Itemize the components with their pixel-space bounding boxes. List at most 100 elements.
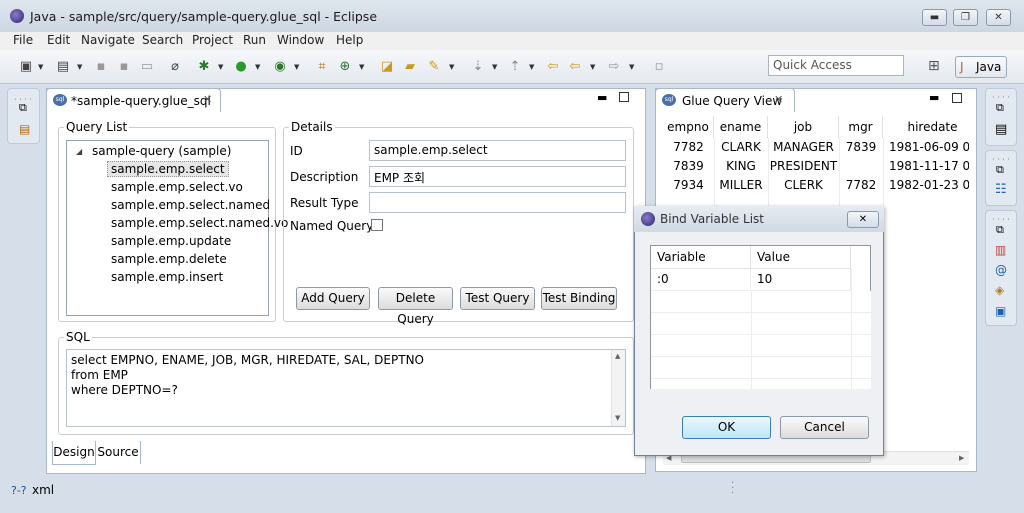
close-tab-icon[interactable]: ✕ [774, 93, 783, 106]
print-icon[interactable]: ▭ [139, 59, 155, 75]
test-query-button[interactable]: Test Query [460, 287, 535, 310]
dropdown-arrow-icon[interactable]: ▼ [629, 63, 636, 71]
menu-window[interactable]: Window [277, 33, 324, 47]
dropdown-arrow-icon[interactable]: ▼ [590, 63, 597, 71]
column-header[interactable]: ename [714, 116, 768, 138]
column-header[interactable]: Variable [651, 246, 751, 269]
open-type-icon[interactable]: ◪ [379, 59, 395, 75]
sql-scrollbar[interactable]: ▲ ▼ [611, 350, 625, 426]
minimize-button[interactable]: ▬ [922, 9, 947, 26]
tree-item-selected[interactable]: sample.emp.select [107, 161, 229, 177]
javadoc-icon[interactable]: @ [995, 263, 1007, 277]
java-perspective-button[interactable]: J Java [955, 56, 1007, 78]
dropdown-arrow-icon[interactable]: ▼ [492, 63, 499, 71]
dropdown-arrow-icon[interactable]: ▼ [449, 63, 456, 71]
tree-item[interactable]: sample.emp.select.vo [111, 180, 243, 194]
open-folder-icon[interactable]: ▰ [402, 59, 418, 75]
tree-collapse-icon[interactable]: ◢ [76, 147, 82, 156]
column-header[interactable]: empno [663, 116, 714, 138]
dropdown-arrow-icon[interactable]: ▼ [255, 63, 262, 71]
tree-item[interactable]: sample.emp.update [111, 234, 231, 248]
new-class-icon[interactable]: ⌗ [314, 59, 330, 75]
dropdown-arrow-icon[interactable]: ▼ [529, 63, 536, 71]
menu-edit[interactable]: Edit [47, 33, 70, 47]
cancel-button[interactable]: Cancel [780, 416, 869, 439]
tree-item[interactable]: sample.emp.insert [111, 270, 223, 284]
restore-icon[interactable]: ⧉ [996, 101, 1004, 115]
menu-navigate[interactable]: Navigate [81, 33, 135, 47]
scroll-right-icon[interactable]: ▶ [959, 454, 964, 462]
dropdown-arrow-icon[interactable]: ▼ [38, 63, 45, 71]
coverage-icon[interactable]: ◉ [272, 59, 288, 75]
minimize-view-icon[interactable]: ▬ [929, 91, 939, 104]
outline-icon[interactable]: ☷ [995, 182, 1007, 197]
id-field[interactable]: sample.emp.select [369, 140, 626, 161]
sql-textarea[interactable]: select EMPNO, ENAME, JOB, MGR, HIREDATE,… [66, 349, 626, 427]
pin-editor-icon[interactable]: ▫ [651, 59, 667, 75]
menu-help[interactable]: Help [336, 33, 363, 47]
minimize-view-icon[interactable]: ▬ [597, 91, 607, 104]
dropdown-arrow-icon[interactable]: ▼ [359, 63, 366, 71]
dropdown-arrow-icon[interactable]: ▼ [218, 63, 225, 71]
new-java-class-icon[interactable]: ⊕ [337, 59, 353, 75]
quick-access-input[interactable]: Quick Access [768, 55, 904, 76]
delete-query-button[interactable]: Delete Query [378, 287, 453, 326]
save-icon[interactable]: ▪ [93, 59, 109, 75]
tree-item[interactable]: sample.emp.select.named.vo [111, 216, 288, 230]
close-button[interactable]: ✕ [986, 9, 1011, 26]
open-perspective-icon[interactable]: ⊞ [928, 58, 940, 74]
forward-icon[interactable]: ⇨ [606, 59, 622, 75]
run-icon[interactable]: ● [233, 59, 249, 75]
column-header[interactable]: job [768, 116, 839, 138]
save-all-icon[interactable]: ▪ [116, 59, 132, 75]
ok-button[interactable]: OK [682, 416, 771, 439]
search-icon[interactable]: ✎ [426, 59, 442, 75]
restore-icon[interactable]: ⧉ [996, 163, 1004, 177]
restore-button[interactable]: ❐ [953, 9, 978, 26]
result-type-field[interactable] [369, 192, 626, 213]
menu-run[interactable]: Run [243, 33, 266, 47]
dropdown-arrow-icon[interactable]: ▼ [77, 63, 84, 71]
task-list-icon[interactable]: ▤ [995, 122, 1007, 137]
close-tab-icon[interactable]: ✕ [203, 93, 212, 106]
tree-root-label[interactable]: sample-query (sample) [92, 144, 231, 158]
glue-view-tab[interactable]: sql Glue Query View ✕ [655, 88, 795, 112]
tree-item[interactable]: sample.emp.delete [111, 252, 227, 266]
add-query-button[interactable]: Add Query [296, 287, 370, 310]
declaration-icon[interactable]: ◈ [995, 283, 1004, 297]
console-icon[interactable]: ▣ [995, 304, 1006, 318]
menu-project[interactable]: Project [192, 33, 233, 47]
last-edit-location-icon[interactable]: ⇦ [545, 59, 561, 75]
package-explorer-icon[interactable]: ▤ [19, 122, 30, 136]
scroll-up-icon[interactable]: ▲ [615, 352, 620, 360]
scroll-down-icon[interactable]: ▼ [615, 414, 620, 422]
dialog-close-button[interactable]: ✕ [847, 211, 879, 228]
bind-variable-table[interactable]: Variable Value :0 10 [650, 245, 871, 389]
dropdown-arrow-icon[interactable]: ▼ [294, 63, 301, 71]
prev-annotation-icon[interactable]: ⇡ [507, 59, 523, 75]
menu-file[interactable]: File [13, 33, 33, 47]
debug-icon[interactable]: ✱ [196, 59, 212, 75]
restore-icon[interactable]: ⧉ [19, 101, 27, 115]
description-field[interactable]: EMP 조회 [369, 166, 626, 187]
editor-tab[interactable]: sql *sample-query.glue_sql ✕ [46, 88, 221, 112]
query-tree[interactable]: ◢ sample-query (sample) sample.emp.selec… [66, 140, 288, 316]
source-tab[interactable]: Source [96, 441, 141, 464]
column-header[interactable]: hiredate [883, 116, 969, 138]
new-icon[interactable]: ▣ [18, 59, 34, 75]
column-header[interactable]: mgr [839, 116, 883, 138]
named-query-checkbox[interactable] [371, 219, 383, 231]
maximize-view-icon[interactable] [952, 93, 962, 103]
tree-item[interactable]: sample.emp.select.named [111, 198, 270, 212]
back-icon[interactable]: ⇦ [567, 59, 583, 75]
maximize-view-icon[interactable] [619, 92, 629, 102]
new-package-icon[interactable]: ▤ [55, 59, 71, 75]
design-tab[interactable]: Design [52, 441, 96, 465]
restore-icon[interactable]: ⧉ [996, 223, 1004, 237]
test-binding-button[interactable]: Test Binding [541, 287, 617, 310]
skip-breakpoints-icon[interactable]: ⌀ [167, 59, 183, 75]
problems-icon[interactable]: ▥ [995, 243, 1006, 257]
column-header[interactable]: Value [751, 246, 851, 269]
menu-search[interactable]: Search [142, 33, 183, 47]
next-annotation-icon[interactable]: ⇣ [470, 59, 486, 75]
